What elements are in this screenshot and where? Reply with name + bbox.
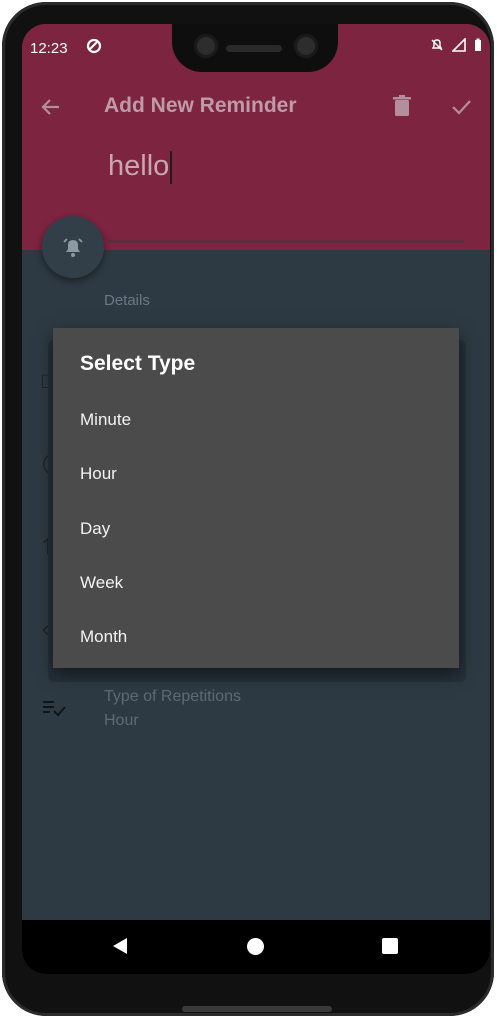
page-title: Add New Reminder — [104, 94, 297, 117]
option-day[interactable]: Day — [53, 503, 459, 557]
arrow-back-icon[interactable] — [40, 96, 62, 123]
alarm-button[interactable] — [42, 216, 104, 278]
option-hour[interactable]: Hour — [53, 448, 459, 502]
nav-back-icon[interactable] — [112, 937, 128, 960]
front-camera-right — [294, 34, 318, 58]
option-label: Month — [80, 627, 128, 646]
repetition-type-value[interactable]: Hour — [104, 712, 139, 730]
earpiece-speaker — [226, 45, 282, 52]
status-time: 12:23 — [30, 40, 68, 57]
option-week[interactable]: Week — [53, 557, 459, 611]
check-icon[interactable] — [450, 96, 472, 123]
option-month[interactable]: Month — [53, 611, 459, 665]
input-underline — [108, 240, 464, 243]
alarm-bell-icon — [63, 238, 83, 257]
sync-icon — [86, 38, 102, 58]
nav-home-icon[interactable] — [247, 938, 264, 955]
camera-notch — [172, 24, 338, 72]
app-bar: Add New Reminder — [22, 86, 490, 132]
option-minute[interactable]: Minute — [53, 394, 459, 448]
reminder-text-input[interactable]: hello — [108, 150, 173, 184]
status-icons — [430, 37, 482, 56]
phone-frame: 12:23 Add New Reminder hello Details ‹ T… — [2, 2, 494, 1016]
option-label: Day — [80, 519, 111, 538]
option-label: Week — [80, 573, 124, 592]
repetition-type-label: Type of Repetitions — [104, 688, 241, 705]
text-caret — [170, 150, 173, 184]
select-type-dialog: Select Type Minute Hour Day Week Month — [53, 328, 459, 668]
details-section-label: Details — [104, 292, 150, 309]
screen: 12:23 Add New Reminder hello Details ‹ T… — [22, 24, 490, 974]
phone-bottom-grille — [182, 1006, 332, 1012]
nav-recents-icon[interactable] — [382, 938, 398, 954]
reminder-text-value: hello — [108, 150, 170, 182]
option-label: Hour — [80, 464, 117, 483]
front-camera-left — [194, 34, 218, 58]
notifications-off-icon — [430, 38, 444, 56]
trash-icon[interactable] — [392, 94, 412, 123]
list-check-icon — [42, 698, 66, 723]
battery-icon — [474, 38, 482, 56]
signal-icon — [451, 37, 466, 56]
option-label: Minute — [80, 410, 132, 429]
system-nav-bar — [22, 920, 490, 974]
dialog-title: Select Type — [80, 352, 196, 375]
